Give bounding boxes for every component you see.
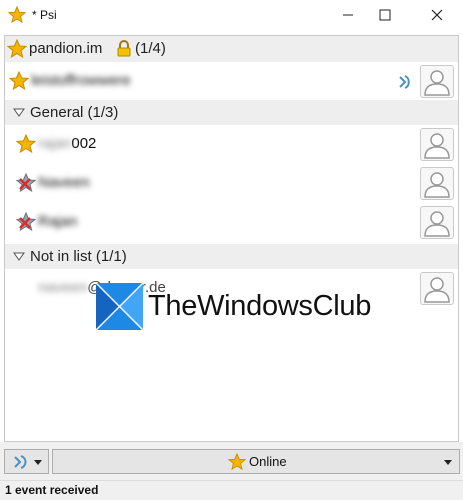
offline-star-icon: [16, 212, 36, 232]
chevron-down-icon: [13, 252, 25, 261]
close-icon: [431, 9, 443, 21]
avatar: [420, 65, 454, 98]
window-title: * Psi: [32, 8, 57, 22]
group-label: Not in list (1/1): [30, 248, 127, 265]
windows-club-logo-icon: [96, 283, 143, 330]
chevron-down-icon: [444, 460, 452, 465]
avatar: [420, 272, 454, 305]
contact-name: Naveen: [38, 174, 90, 191]
minimize-icon: [343, 14, 353, 16]
status-text: 1 event received: [5, 483, 99, 497]
star-icon: [9, 71, 29, 91]
contact-row-self[interactable]: leistoffrowwere: [5, 62, 458, 100]
user-avatar-icon: [424, 172, 450, 198]
close-button[interactable]: [414, 0, 460, 30]
psi-menu-icon: [14, 455, 27, 469]
main-menu-button[interactable]: [4, 449, 49, 474]
account-header[interactable]: pandion.im (1/4): [5, 36, 458, 62]
maximize-button[interactable]: [362, 0, 408, 30]
watermark-text: TheWindowsClub: [148, 290, 372, 322]
psi-client-icon: [399, 75, 410, 89]
contact-row[interactable]: rajan002: [5, 125, 458, 163]
bottom-bar: Online: [0, 442, 463, 480]
account-count: (1/4): [135, 40, 166, 57]
roster-list[interactable]: pandion.im (1/4) leistoffrowwere General…: [4, 35, 459, 442]
user-avatar-icon: [424, 133, 450, 159]
user-avatar-icon: [424, 70, 450, 96]
user-avatar-icon: [424, 211, 450, 237]
psi-app-icon: [8, 6, 26, 24]
contact-row[interactable]: Rajan: [5, 203, 458, 241]
status-dropdown[interactable]: Online: [52, 449, 460, 474]
star-icon: [228, 453, 246, 471]
contact-name: leistoffrowwere: [31, 72, 131, 89]
offline-star-icon: [16, 173, 36, 193]
avatar: [420, 206, 454, 239]
contact-name: rajan002: [38, 135, 97, 152]
watermark: TheWindowsClub: [96, 283, 371, 333]
chevron-down-icon: [13, 108, 25, 117]
star-icon: [16, 134, 36, 154]
contact-row[interactable]: Naveen: [5, 164, 458, 202]
title-bar: * Psi: [0, 0, 463, 30]
group-header-general[interactable]: General (1/3): [5, 100, 458, 125]
star-icon: [7, 39, 27, 59]
group-header-not-in-list[interactable]: Not in list (1/1): [5, 244, 458, 269]
group-label: General (1/3): [30, 104, 119, 121]
account-name: pandion.im: [29, 40, 103, 57]
status-bar: 1 event received: [0, 480, 463, 500]
status-label: Online: [249, 454, 287, 469]
avatar: [420, 128, 454, 161]
avatar: [420, 167, 454, 200]
contact-name: Rajan: [38, 213, 78, 230]
lock-icon: [117, 40, 131, 57]
chevron-down-icon: [34, 460, 42, 465]
user-avatar-icon: [424, 277, 450, 303]
maximize-icon: [379, 9, 391, 21]
